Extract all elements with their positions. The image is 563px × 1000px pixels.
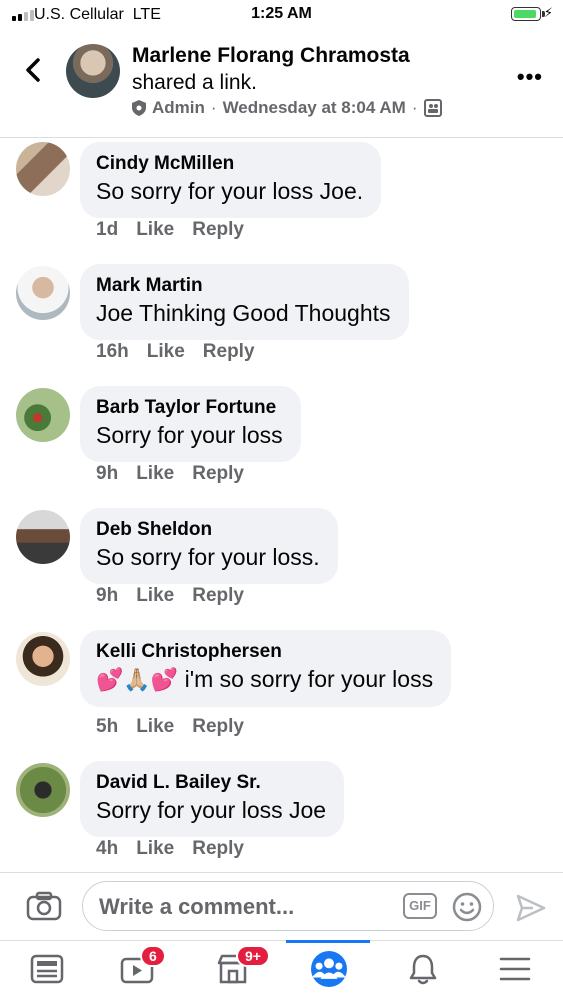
commenter-name[interactable]: Mark Martin bbox=[96, 274, 391, 298]
group-audience-icon bbox=[423, 99, 442, 117]
like-button[interactable]: Like bbox=[136, 585, 174, 607]
commenter-name[interactable]: Cindy McMillen bbox=[96, 152, 363, 176]
chevron-left-icon bbox=[26, 58, 40, 82]
commenter-avatar[interactable] bbox=[16, 388, 70, 442]
post-action-text: shared a link. bbox=[132, 71, 257, 94]
commenter-avatar[interactable] bbox=[16, 142, 70, 196]
menu-icon bbox=[499, 957, 531, 981]
more-options-icon[interactable]: ••• bbox=[517, 64, 543, 90]
commenter-avatar[interactable] bbox=[16, 266, 70, 320]
comment-text: 💕🙏🏼💕 i'm so sorry for your loss bbox=[96, 666, 434, 692]
gif-button[interactable]: GIF bbox=[403, 893, 437, 919]
comment-actions: 16h Like Reply bbox=[96, 341, 255, 363]
poster-avatar[interactable] bbox=[66, 44, 120, 98]
comment-time: 16h bbox=[96, 341, 129, 362]
poster-name[interactable]: Marlene Florang Chramosta bbox=[132, 44, 410, 68]
comment-bubble[interactable]: David L. Bailey Sr. Sorry for your loss … bbox=[80, 761, 345, 837]
comment-text: Joe Thinking Good Thoughts bbox=[96, 300, 391, 326]
tab-marketplace[interactable]: 9+ bbox=[216, 945, 270, 989]
commenter-avatar[interactable] bbox=[16, 632, 70, 686]
admin-shield-icon bbox=[132, 100, 146, 116]
bell-icon bbox=[409, 954, 437, 985]
comment-actions: 1d Like Reply bbox=[96, 219, 244, 241]
reply-button[interactable]: Reply bbox=[192, 463, 244, 485]
reply-button[interactable]: Reply bbox=[192, 716, 244, 738]
emoji-icon[interactable] bbox=[451, 891, 483, 923]
commenter-name[interactable]: David L. Bailey Sr. bbox=[96, 771, 326, 795]
commenter-name[interactable]: Barb Taylor Fortune bbox=[96, 396, 283, 420]
bottom-tab-bar: 6 9+ bbox=[0, 940, 563, 1000]
send-icon[interactable] bbox=[515, 893, 547, 923]
meta-separator: · bbox=[411, 98, 418, 117]
groups-icon bbox=[311, 951, 347, 987]
tab-watch[interactable]: 6 bbox=[120, 945, 166, 989]
comment-bubble[interactable]: Mark Martin Joe Thinking Good Thoughts bbox=[80, 264, 409, 340]
reply-button[interactable]: Reply bbox=[203, 341, 255, 363]
comment-text: So sorry for your loss. bbox=[96, 544, 320, 570]
comment-text: Sorry for your loss bbox=[96, 422, 283, 448]
battery-icon bbox=[511, 7, 545, 21]
comment-input[interactable]: Write a comment... GIF bbox=[82, 881, 494, 931]
comment-actions: 5h Like Reply bbox=[96, 716, 244, 738]
reply-button[interactable]: Reply bbox=[192, 219, 244, 241]
commenter-name[interactable]: Deb Sheldon bbox=[96, 518, 320, 542]
comment-time: 5h bbox=[96, 716, 119, 737]
charging-icon: ⚡ bbox=[543, 5, 553, 20]
post-header: Marlene Florang Chramosta shared a link.… bbox=[0, 32, 563, 138]
comment-text: So sorry for your loss Joe. bbox=[96, 178, 364, 204]
tab-news-feed[interactable] bbox=[30, 953, 70, 989]
reply-button[interactable]: Reply bbox=[192, 838, 244, 860]
comment-actions: 9h Like Reply bbox=[96, 585, 244, 607]
back-button[interactable] bbox=[20, 54, 46, 86]
commenter-avatar[interactable] bbox=[16, 763, 70, 817]
reply-button[interactable]: Reply bbox=[192, 585, 244, 607]
commenter-avatar[interactable] bbox=[16, 510, 70, 564]
comment-time: 9h bbox=[96, 585, 119, 606]
comment-bubble[interactable]: Barb Taylor Fortune Sorry for your loss bbox=[80, 386, 301, 462]
tab-groups[interactable] bbox=[311, 951, 351, 987]
comment-text: Sorry for your loss Joe bbox=[96, 797, 327, 823]
like-button[interactable]: Like bbox=[136, 463, 174, 485]
camera-icon[interactable] bbox=[26, 891, 62, 921]
post-timestamp[interactable]: Wednesday at 8:04 AM bbox=[223, 98, 406, 118]
status-bar: U.S. Cellular LTE 1:25 AM ⚡ bbox=[0, 0, 563, 32]
comment-time: 1d bbox=[96, 219, 119, 240]
commenter-name[interactable]: Kelli Christophersen bbox=[96, 640, 433, 664]
news-feed-icon bbox=[30, 954, 64, 984]
comment-bubble[interactable]: Cindy McMillen So sorry for your loss Jo… bbox=[80, 142, 382, 218]
like-button[interactable]: Like bbox=[136, 716, 174, 738]
comment-composer: Write a comment... GIF bbox=[0, 872, 563, 940]
comment-input-placeholder: Write a comment... bbox=[99, 894, 295, 919]
status-time: 1:25 AM bbox=[251, 5, 312, 22]
meta-separator: · bbox=[210, 98, 217, 117]
tab-menu[interactable] bbox=[498, 953, 538, 989]
comment-bubble[interactable]: Kelli Christophersen 💕🙏🏼💕 i'm so sorry f… bbox=[80, 630, 452, 707]
tab-notifications[interactable] bbox=[406, 953, 446, 989]
comment-time: 9h bbox=[96, 463, 119, 484]
like-button[interactable]: Like bbox=[136, 219, 174, 241]
marketplace-notification-badge: 9+ bbox=[236, 945, 270, 967]
watch-notification-badge: 6 bbox=[140, 945, 166, 967]
comment-actions: 9h Like Reply bbox=[96, 463, 244, 485]
comment-time: 4h bbox=[96, 838, 119, 859]
like-button[interactable]: Like bbox=[147, 341, 185, 363]
emoji-hearts-prayer: 💕🙏🏼💕 bbox=[96, 667, 179, 692]
comment-actions: 4h Like Reply bbox=[96, 838, 244, 860]
admin-label: Admin bbox=[152, 98, 205, 117]
like-button[interactable]: Like bbox=[136, 838, 174, 860]
post-meta: Admin · Wednesday at 8:04 AM · bbox=[132, 98, 442, 118]
comment-bubble[interactable]: Deb Sheldon So sorry for your loss. bbox=[80, 508, 338, 584]
active-tab-indicator bbox=[286, 940, 370, 943]
